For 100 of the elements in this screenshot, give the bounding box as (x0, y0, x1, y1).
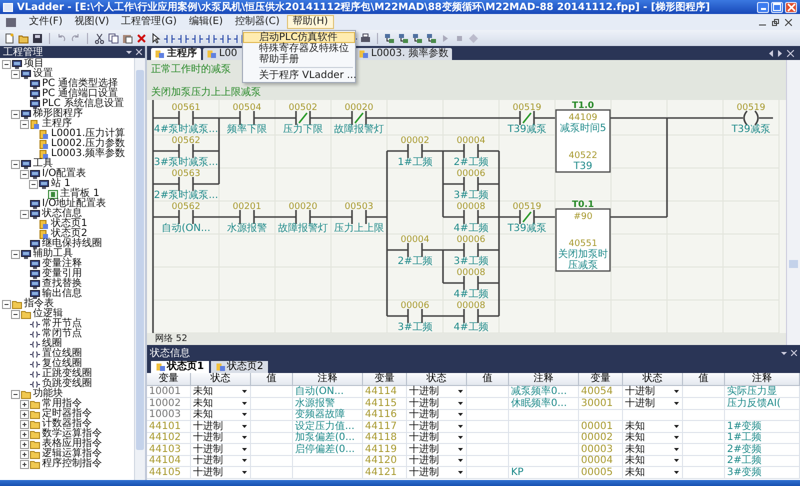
pointer-icon[interactable] (150, 32, 161, 44)
status-page-tab[interactable]: 状态页1 (151, 361, 209, 373)
tree-item[interactable]: 梯形图程序 (33, 109, 83, 119)
state-dropdown[interactable]: 十进制 (407, 466, 467, 478)
scrollbar[interactable] (134, 58, 145, 480)
state-dropdown[interactable]: 十进制 (623, 398, 683, 410)
open-folder-icon[interactable] (18, 32, 29, 44)
expand-toggle[interactable] (20, 450, 29, 458)
state-dropdown[interactable]: 十进制 (191, 444, 251, 456)
tree-item[interactable]: 工具 (33, 159, 53, 169)
maximize-button[interactable] (771, 2, 783, 12)
tree-item[interactable]: 定时器指令 (42, 409, 92, 419)
tree-item[interactable]: 程序控制指令 (42, 459, 102, 469)
normally-open-contact[interactable] (152, 209, 220, 225)
contact-icon[interactable] (220, 32, 231, 44)
menu-item[interactable]: 编辑(E) (184, 15, 228, 29)
state-dropdown[interactable]: 未知 (623, 466, 683, 478)
state-dropdown[interactable]: 十进制 (191, 420, 251, 432)
minimize-button[interactable] (757, 2, 769, 12)
tree-item[interactable]: 状态信息 (42, 209, 82, 219)
state-dropdown[interactable]: 十进制 (407, 444, 467, 456)
save-icon[interactable] (32, 32, 43, 44)
tree-item[interactable]: I/O配置表 (42, 169, 86, 179)
paste-icon[interactable] (122, 32, 133, 44)
column-header[interactable]: 注释 (293, 373, 363, 386)
menu-item[interactable]: 工程管理(G) (116, 15, 182, 29)
expand-toggle[interactable] (11, 160, 20, 168)
scrollbar[interactable] (786, 60, 800, 345)
state-dropdown[interactable]: 十进制 (407, 398, 467, 410)
tree-item[interactable]: PC 通信端口设置 (42, 89, 118, 99)
expand-toggle[interactable] (20, 210, 29, 218)
tree-item[interactable]: 状态页2 (51, 229, 88, 239)
tree-item[interactable]: I/O地址配置表 (42, 199, 106, 209)
state-dropdown[interactable]: 未知 (623, 444, 683, 456)
contact-icon[interactable] (192, 32, 203, 44)
column-header[interactable]: 状态 (407, 373, 467, 386)
scissors-icon[interactable] (94, 32, 105, 44)
state-dropdown[interactable]: 未知 (191, 398, 251, 410)
tree-item[interactable]: 常开节点 (42, 319, 82, 329)
expand-toggle[interactable] (20, 460, 29, 468)
column-header[interactable]: 变量 (579, 373, 623, 386)
expand-toggle[interactable] (11, 70, 20, 78)
tree-item[interactable]: 负跳变线圈 (42, 379, 92, 389)
column-header[interactable]: 状态 (191, 373, 251, 386)
column-header[interactable]: 注释 (509, 373, 579, 386)
tree-item[interactable]: 正跳变线圈 (42, 369, 92, 379)
document-tab[interactable]: L0003. 频率参数 (355, 48, 452, 60)
contact-icon[interactable] (206, 32, 217, 44)
state-dropdown[interactable]: 十进制 (623, 386, 683, 398)
tree-item[interactable]: 变量引用 (42, 269, 82, 279)
state-dropdown[interactable]: 十进制 (407, 432, 467, 444)
expand-toggle[interactable] (20, 170, 29, 178)
expand-toggle[interactable] (29, 180, 38, 188)
menu-item[interactable]: 控制器(C) (230, 15, 285, 29)
state-dropdown[interactable]: 十进制 (407, 455, 467, 467)
state-dropdown[interactable]: 十进制 (407, 386, 467, 398)
printer-icon[interactable] (360, 32, 371, 44)
network-icon[interactable] (384, 32, 395, 44)
expand-toggle[interactable] (11, 390, 20, 398)
tree-item[interactable]: 线圈 (42, 339, 62, 349)
expand-toggle[interactable] (20, 400, 29, 408)
tree-item[interactable]: 设置 (33, 69, 53, 79)
copy-icon[interactable] (108, 32, 119, 44)
state-dropdown[interactable]: 十进制 (191, 432, 251, 444)
menu-option[interactable]: 启动PLC仿真软件 (243, 32, 355, 43)
tree-item[interactable]: 辅助工具 (33, 249, 73, 259)
column-header[interactable]: 变量 (363, 373, 407, 386)
expand-toggle[interactable] (20, 430, 29, 438)
tree-item[interactable]: 主背板 1 (60, 189, 100, 199)
tree-item[interactable]: 站 1 (51, 179, 71, 189)
tree-item[interactable]: 状态页1 (51, 219, 88, 229)
tree-item[interactable]: 常闭节点 (42, 329, 82, 339)
tree-item[interactable]: 查找替换 (42, 279, 82, 289)
tree-item[interactable]: 功能块 (33, 389, 63, 399)
contact-icon[interactable] (178, 32, 189, 44)
close-icon[interactable] (785, 18, 792, 26)
column-header[interactable]: 变量 (147, 373, 191, 386)
tree-item[interactable]: 计数器指令 (42, 419, 92, 429)
tree-item[interactable]: 置位线圈 (42, 349, 82, 359)
menu-option[interactable]: 帮助手册 (243, 54, 355, 65)
close-button[interactable] (785, 2, 797, 12)
function-block[interactable] (555, 109, 611, 173)
state-dropdown[interactable]: 未知 (191, 386, 251, 398)
column-header[interactable]: 值 (251, 373, 293, 386)
expand-toggle[interactable] (2, 300, 11, 308)
tree-item[interactable]: 表格应用指令 (42, 439, 102, 449)
tree-item[interactable]: 变量注释 (42, 259, 82, 269)
state-dropdown[interactable]: 十进制 (191, 466, 251, 478)
document-tab[interactable]: 主程序 (151, 48, 201, 60)
state-dropdown[interactable]: 十进制 (191, 455, 251, 467)
pin-icon[interactable] (781, 350, 787, 356)
tree-item[interactable]: 指令表 (24, 299, 54, 309)
scroll-left-icon[interactable] (769, 50, 774, 56)
expand-toggle[interactable] (11, 310, 20, 318)
menu-item[interactable]: 帮助(H) (286, 15, 334, 29)
expand-toggle[interactable] (20, 410, 29, 418)
column-header[interactable]: 值 (467, 373, 509, 386)
column-header[interactable]: 注释 (725, 373, 800, 386)
state-dropdown[interactable]: 十进制 (407, 420, 467, 432)
tree-item[interactable]: PLC 系统信息设置 (42, 99, 124, 109)
